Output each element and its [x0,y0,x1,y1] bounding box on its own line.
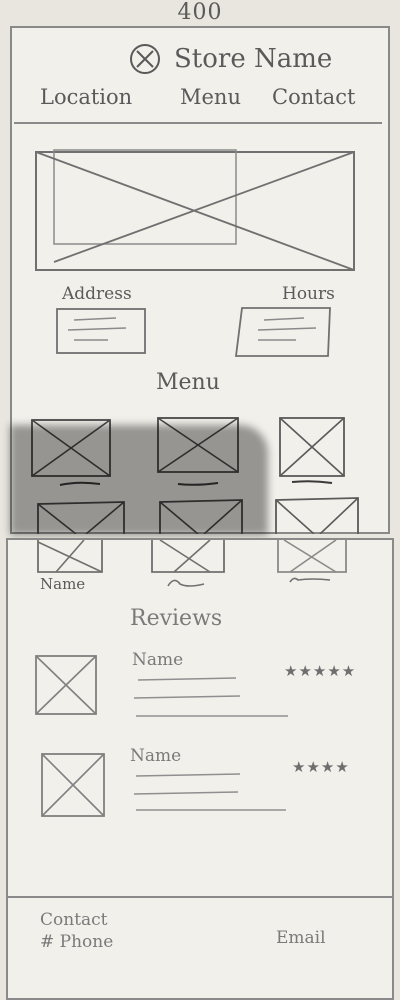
width-annotation: 400 [177,0,223,25]
footer-contact-label: Contact [40,910,108,930]
photo-shadow [10,425,268,535]
main-nav: Location Menu Contact [40,84,370,112]
menu-item-name-label: Name [40,575,86,593]
address-text-block [56,308,148,356]
menu-heading: Menu [156,370,220,395]
rating-stars-2: ★★★★ [292,758,350,776]
review-text-1 [132,674,292,720]
address-label: Address [62,284,132,304]
menu-item-image-5-bottom[interactable] [150,540,226,576]
menu-item-image-3[interactable] [278,416,346,478]
menu-item-image-6[interactable] [274,496,360,534]
footer-email-link[interactable]: Email [276,928,326,948]
menu-item-image-6-bottom[interactable] [276,540,348,576]
reviewer-name-2: Name [130,746,182,766]
menu-item-caption-6-bottom [288,574,332,584]
reviewer-name-1: Name [132,650,184,670]
footer-phone-link[interactable]: # Phone [40,932,113,952]
header-divider [14,122,382,124]
reviewer-avatar-1 [34,654,98,716]
nav-contact-link[interactable]: Contact [272,84,355,110]
menu-item-caption-5-bottom [166,576,206,588]
menu-item-image-4-bottom[interactable] [36,540,104,576]
rating-stars-1: ★★★★★ [284,662,357,680]
review-text-2 [132,770,292,816]
store-name-title: Store Name [174,44,333,74]
footer-divider [8,896,392,898]
hours-text-block [234,306,334,360]
nav-menu-link[interactable]: Menu [180,84,241,110]
x-circle-icon[interactable] [128,42,162,76]
reviews-heading: Reviews [130,606,223,631]
menu-item-caption-3 [290,478,334,486]
reviewer-avatar-2 [40,752,106,818]
hours-label: Hours [282,284,335,304]
nav-location-link[interactable]: Location [40,84,132,110]
hero-image-placeholder [34,148,356,274]
